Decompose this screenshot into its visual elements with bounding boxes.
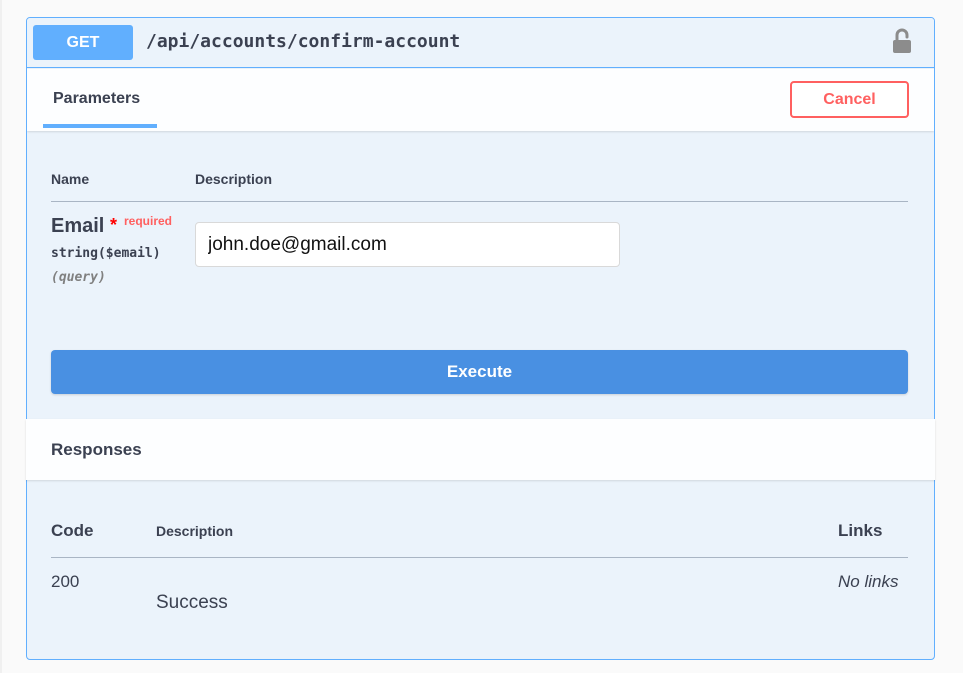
response-header-description: Description (156, 523, 234, 539)
responses-title: Responses (51, 440, 142, 459)
response-code: 200 (51, 572, 80, 591)
response-header-links: Links (838, 521, 883, 540)
responses-divider (51, 557, 908, 558)
execute-button[interactable]: Execute (51, 350, 908, 394)
email-input[interactable] (195, 222, 620, 267)
response-links: No links (838, 572, 899, 591)
responses-header: Responses (26, 419, 935, 480)
column-header-name: Name (51, 171, 90, 187)
required-asterisk: * (110, 215, 118, 235)
parameter-name: Email (51, 215, 105, 237)
response-header-code: Code (51, 521, 94, 540)
required-label: required (124, 214, 173, 228)
parameters-divider (51, 201, 908, 202)
parameter-location: (query) (51, 270, 106, 285)
operation-body: Name Description Email * required string… (26, 17, 935, 660)
column-header-description: Description (195, 171, 273, 187)
response-description: Success (156, 592, 228, 613)
parameter-type: string($email) (51, 246, 161, 261)
page-edge (0, 0, 2, 673)
